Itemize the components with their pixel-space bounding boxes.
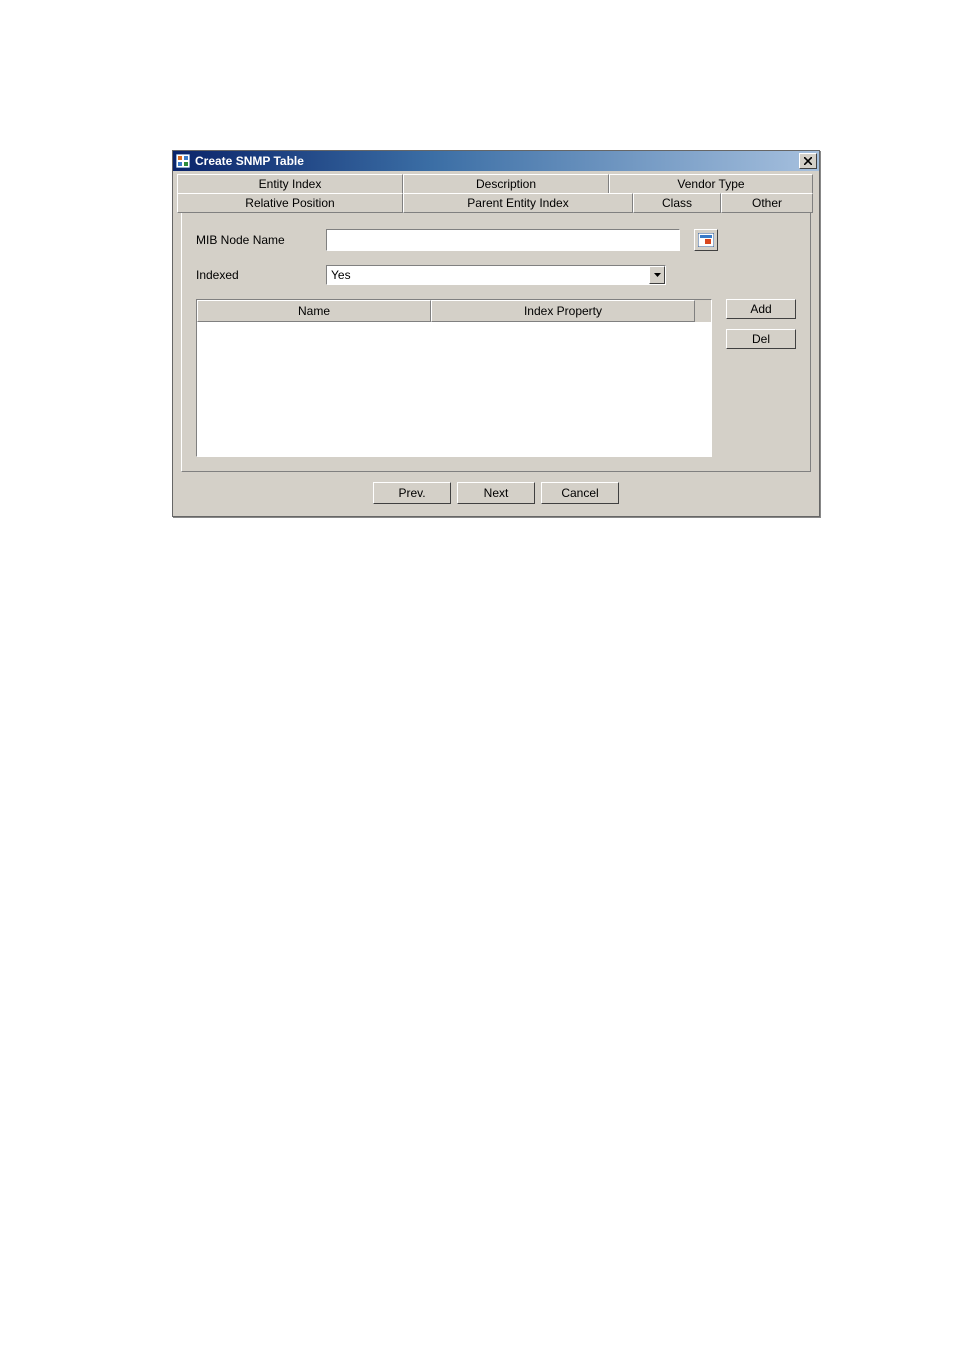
window-title: Create SNMP Table xyxy=(195,154,799,168)
mib-node-input[interactable] xyxy=(326,229,680,251)
indexed-label: Indexed xyxy=(196,268,326,282)
indexed-row: Indexed Yes xyxy=(196,265,796,285)
next-button[interactable]: Next xyxy=(457,482,535,504)
tab-panel: MIB Node Name Indexed Yes xyxy=(181,212,811,472)
tab-description[interactable]: Description xyxy=(403,174,609,194)
tab-vendor-type[interactable]: Vendor Type xyxy=(609,174,813,194)
table-body xyxy=(197,322,711,456)
app-icon xyxy=(175,153,191,169)
column-header-index-property[interactable]: Index Property xyxy=(431,300,695,322)
tab-entity-index[interactable]: Entity Index xyxy=(177,174,403,194)
indexed-select-value: Yes xyxy=(327,268,649,282)
close-button[interactable] xyxy=(799,153,817,169)
mib-node-label: MIB Node Name xyxy=(196,233,326,247)
column-header-name[interactable]: Name xyxy=(197,300,431,322)
dialog-window: Create SNMP Table Entity IndexDescriptio… xyxy=(172,150,820,517)
tab-other[interactable]: Other xyxy=(721,193,813,213)
mib-node-row: MIB Node Name xyxy=(196,229,796,251)
index-properties-area: NameIndex Property Add Del xyxy=(196,299,796,457)
add-button[interactable]: Add xyxy=(726,299,796,319)
prev-button[interactable]: Prev. xyxy=(373,482,451,504)
tab-parent-entity-index[interactable]: Parent Entity Index xyxy=(403,193,633,213)
tabs: Entity IndexDescriptionVendor Type Relat… xyxy=(173,171,819,472)
dropdown-arrow xyxy=(649,266,665,284)
browse-icon xyxy=(698,233,714,247)
tab-class[interactable]: Class xyxy=(633,193,721,213)
close-icon xyxy=(804,157,812,165)
dialog-footer: Prev. Next Cancel xyxy=(173,472,819,516)
titlebar: Create SNMP Table xyxy=(173,151,819,171)
cancel-button[interactable]: Cancel xyxy=(541,482,619,504)
index-properties-table: NameIndex Property xyxy=(196,299,712,457)
tab-relative-position[interactable]: Relative Position xyxy=(177,193,403,213)
chevron-down-icon xyxy=(654,273,661,277)
indexed-select[interactable]: Yes xyxy=(326,265,666,285)
browse-mib-button[interactable] xyxy=(694,229,718,251)
del-button[interactable]: Del xyxy=(726,329,796,349)
